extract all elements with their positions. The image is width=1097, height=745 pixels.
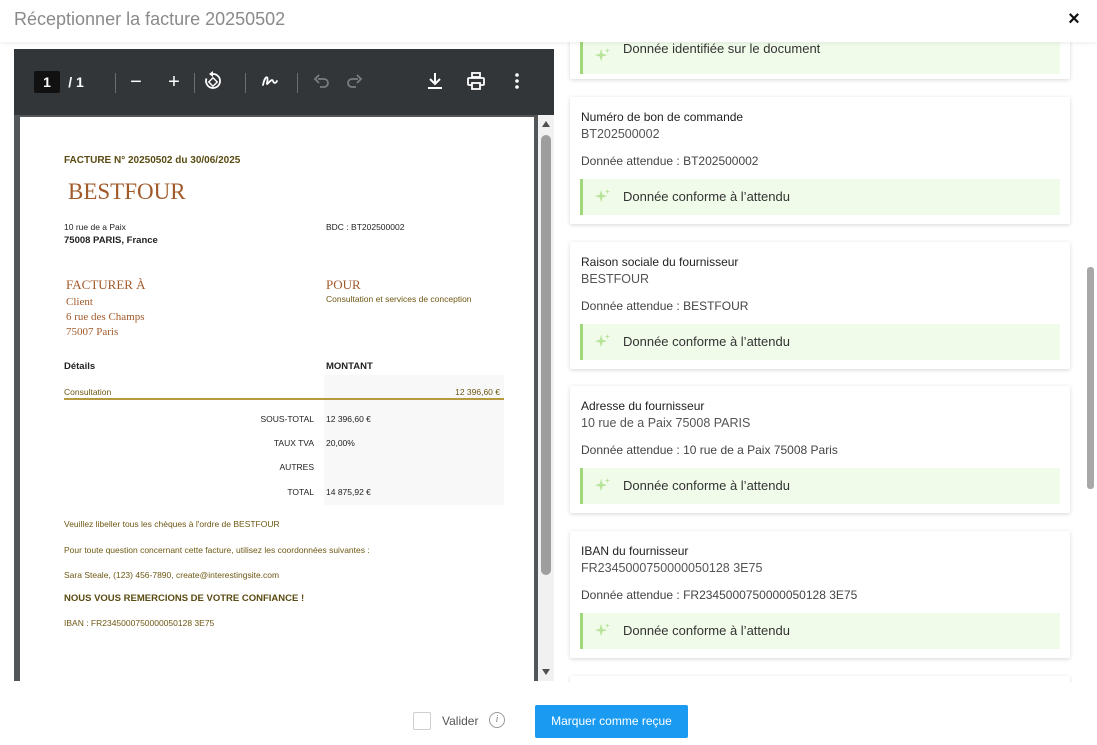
invoice-address-line2: 75008 PARIS, France <box>64 235 158 246</box>
pdf-page: FACTURE N° 20250502 du 30/06/2025 BESTFO… <box>20 117 534 681</box>
card-value: BESTFOUR <box>581 272 650 286</box>
validate-checkbox[interactable] <box>413 712 431 730</box>
invoice-title: FACTURE N° 20250502 du 30/06/2025 <box>64 155 241 166</box>
total-value: 14 875,92 € <box>326 487 371 497</box>
download-icon[interactable] <box>424 71 446 93</box>
card-value: FR2345000750000050128 3E75 <box>581 561 763 575</box>
status-box: Donnée conforme à l’attendu <box>580 179 1060 215</box>
card-expected: Donnée attendue : 10 rue de a Paix 75008… <box>581 443 838 457</box>
status-text: Donnée conforme à l’attendu <box>623 478 790 493</box>
sparkle-icon <box>594 47 611 62</box>
subtotal-value: 12 396,60 € <box>326 414 371 424</box>
line-item-amount: 12 396,60 € <box>455 387 500 397</box>
status-text: Donnée conforme à l’attendu <box>623 623 790 638</box>
line-item-rule <box>64 398 504 400</box>
verification-card: IBAN du fournisseur FR234500075000005012… <box>570 531 1070 658</box>
vat-value: 20,00% <box>326 438 355 448</box>
verification-panel: Donnée identifiée sur le document Numéro… <box>560 42 1080 682</box>
status-text: Donnée conforme à l’attendu <box>623 334 790 349</box>
close-button[interactable]: × <box>1063 8 1085 30</box>
status-box: Donnée identifiée sur le document <box>580 42 1060 74</box>
rotate-icon[interactable] <box>202 71 224 93</box>
invoice-address-line1: 10 rue de a Paix <box>64 222 126 232</box>
status-box: Donnée conforme à l’attendu <box>580 468 1060 504</box>
panel-scrollbar-thumb[interactable] <box>1087 267 1094 489</box>
redo-icon[interactable] <box>344 71 364 93</box>
card-expected: Donnée attendue : BT202500002 <box>581 154 759 168</box>
page-number-input[interactable]: 1 <box>34 71 60 93</box>
status-text: Donnée conforme à l’attendu <box>623 189 790 204</box>
page-title: Réceptionner la facture 20250502 <box>14 9 286 29</box>
page-total: / 1 <box>68 74 84 90</box>
pdf-viewer: 1 / 1 − + FACTURE N° 20250502 du 30/06/2… <box>14 49 554 681</box>
toolbar-divider <box>245 73 246 93</box>
toolbar-divider <box>297 73 298 93</box>
card-label: Raison sociale du fournisseur <box>581 255 739 269</box>
invoice-iban: IBAN : FR2345000750000050128 3E75 <box>64 618 215 628</box>
card-label: Adresse du fournisseur <box>581 399 705 413</box>
invoice-note: Sara Steale, (123) 456-7890, create@inte… <box>64 570 280 580</box>
zoom-out-button[interactable]: − <box>126 71 146 93</box>
invoice-thanks: NOUS VOUS REMERCIONS DE VOTRE CONFIANCE … <box>64 593 305 604</box>
invoice-note: Veuillez libeller tous les chèques à l'o… <box>64 519 280 529</box>
status-box: Donnée conforme à l’attendu <box>580 613 1060 649</box>
amount-heading: MONTANT <box>326 361 373 372</box>
bill-to-line: 6 rue des Champs <box>66 311 145 323</box>
card-label: IBAN du fournisseur <box>581 544 689 558</box>
sparkle-icon <box>594 622 611 637</box>
invoice-company-name: BESTFOUR <box>68 179 186 204</box>
line-item-description: Consultation <box>64 387 112 397</box>
sparkle-icon <box>594 333 611 348</box>
bill-to-block: Client 6 rue des Champs 75007 Paris <box>66 295 145 340</box>
verification-card: Adresse du fournisseur 10 rue de a Paix … <box>570 386 1070 513</box>
details-heading: Détails <box>64 361 96 372</box>
toolbar-divider <box>194 73 195 93</box>
scroll-up-arrow[interactable] <box>542 121 550 127</box>
card-value: 10 rue de a Paix 75008 PARIS <box>581 416 751 430</box>
card-label: Numéro de bon de commande <box>581 110 744 124</box>
verification-card <box>570 676 1070 682</box>
card-value: BT202500002 <box>581 127 660 141</box>
subtotal-label: SOUS-TOTAL <box>260 414 314 424</box>
invoice-note: Pour toute question concernant cette fac… <box>64 545 370 555</box>
sparkle-icon <box>594 188 611 203</box>
validate-label: Valider <box>442 714 479 728</box>
pdf-toolbar: 1 / 1 − + <box>14 49 554 115</box>
verification-card: Raison sociale du fournisseur BESTFOUR D… <box>570 242 1070 369</box>
sparkle-icon <box>594 477 611 492</box>
for-heading: POUR <box>326 277 361 292</box>
bill-to-line: Client <box>66 296 93 308</box>
zoom-in-button[interactable]: + <box>164 71 184 93</box>
total-label: TOTAL <box>287 487 314 497</box>
status-text: Donnée identifiée sur le document <box>623 42 821 56</box>
annotate-icon[interactable] <box>259 71 281 93</box>
info-icon[interactable]: i <box>489 712 505 728</box>
pdf-scrollbar[interactable] <box>538 115 554 681</box>
print-icon[interactable] <box>465 71 487 93</box>
card-expected: Donnée attendue : FR2345000750000050128 … <box>581 588 858 602</box>
verification-card: Donnée identifiée sur le document <box>570 42 1070 79</box>
vat-label: TAUX TVA <box>273 438 314 448</box>
verification-card: Numéro de bon de commande BT202500002 Do… <box>570 97 1070 224</box>
undo-icon[interactable] <box>312 71 332 93</box>
mark-as-received-button[interactable]: Marquer comme reçue <box>535 705 688 738</box>
status-box: Donnée conforme à l’attendu <box>580 324 1060 360</box>
scroll-down-arrow[interactable] <box>542 669 550 675</box>
invoice-bdc: BDC : BT202500002 <box>326 222 405 232</box>
for-description: Consultation et services de conception <box>326 294 472 304</box>
modal-header: Réceptionner la facture 20250502 × <box>0 0 1097 42</box>
card-expected: Donnée attendue : BESTFOUR <box>581 299 749 313</box>
bill-to-heading: FACTURER À <box>66 277 146 292</box>
other-label: AUTRES <box>279 462 314 472</box>
toolbar-divider <box>115 73 116 93</box>
more-options-icon[interactable] <box>507 71 527 93</box>
scroll-thumb[interactable] <box>541 135 551 575</box>
bill-to-line: 75007 Paris <box>66 326 119 338</box>
